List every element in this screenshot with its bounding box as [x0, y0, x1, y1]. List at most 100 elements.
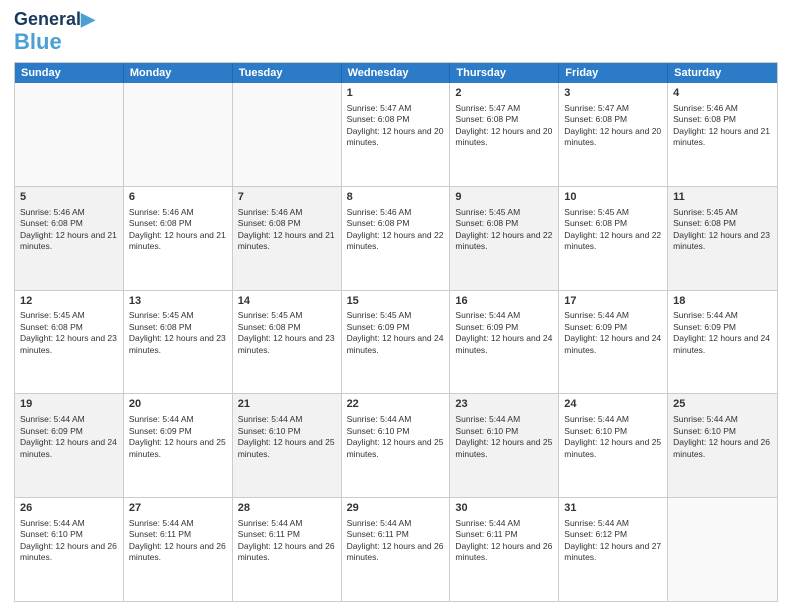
- sunset-text: Sunset: 6:08 PM: [455, 114, 518, 124]
- day-number: 14: [238, 294, 336, 309]
- day-number: 4: [673, 86, 772, 101]
- sunrise-text: Sunrise: 5:45 AM: [455, 207, 520, 217]
- calendar-cell: 6Sunrise: 5:46 AMSunset: 6:08 PMDaylight…: [124, 187, 233, 290]
- weekday-header: Tuesday: [233, 63, 342, 83]
- sunset-text: Sunset: 6:08 PM: [347, 114, 410, 124]
- daylight-text: Daylight: 12 hours and 21 minutes.: [20, 230, 117, 251]
- sunrise-text: Sunrise: 5:46 AM: [673, 103, 738, 113]
- weekday-header: Monday: [124, 63, 233, 83]
- sunset-text: Sunset: 6:10 PM: [564, 426, 627, 436]
- daylight-text: Daylight: 12 hours and 21 minutes.: [673, 126, 770, 147]
- sunset-text: Sunset: 6:11 PM: [238, 529, 300, 539]
- calendar-cell: 4Sunrise: 5:46 AMSunset: 6:08 PMDaylight…: [668, 83, 777, 186]
- sunrise-text: Sunrise: 5:44 AM: [238, 414, 303, 424]
- day-number: 24: [564, 397, 662, 412]
- day-number: 5: [20, 190, 118, 205]
- calendar-body: 1Sunrise: 5:47 AMSunset: 6:08 PMDaylight…: [15, 83, 777, 601]
- daylight-text: Daylight: 12 hours and 24 minutes.: [20, 437, 117, 458]
- sunrise-text: Sunrise: 5:44 AM: [564, 414, 629, 424]
- day-number: 6: [129, 190, 227, 205]
- day-number: 15: [347, 294, 445, 309]
- calendar-cell: 17Sunrise: 5:44 AMSunset: 6:09 PMDayligh…: [559, 291, 668, 394]
- calendar-cell: 26Sunrise: 5:44 AMSunset: 6:10 PMDayligh…: [15, 498, 124, 601]
- calendar-cell: [233, 83, 342, 186]
- day-number: 3: [564, 86, 662, 101]
- daylight-text: Daylight: 12 hours and 25 minutes.: [347, 437, 444, 458]
- daylight-text: Daylight: 12 hours and 24 minutes.: [347, 333, 444, 354]
- calendar-cell: 25Sunrise: 5:44 AMSunset: 6:10 PMDayligh…: [668, 394, 777, 497]
- sunrise-text: Sunrise: 5:45 AM: [238, 310, 303, 320]
- sunset-text: Sunset: 6:11 PM: [347, 529, 409, 539]
- calendar-row: 26Sunrise: 5:44 AMSunset: 6:10 PMDayligh…: [15, 497, 777, 601]
- sunrise-text: Sunrise: 5:44 AM: [347, 414, 412, 424]
- sunrise-text: Sunrise: 5:45 AM: [564, 207, 629, 217]
- sunset-text: Sunset: 6:10 PM: [673, 426, 736, 436]
- calendar-cell: 24Sunrise: 5:44 AMSunset: 6:10 PMDayligh…: [559, 394, 668, 497]
- day-number: 26: [20, 501, 118, 516]
- daylight-text: Daylight: 12 hours and 25 minutes.: [129, 437, 226, 458]
- logo-text: General▶: [14, 10, 95, 30]
- sunset-text: Sunset: 6:09 PM: [129, 426, 192, 436]
- daylight-text: Daylight: 12 hours and 23 minutes.: [238, 333, 335, 354]
- sunrise-text: Sunrise: 5:44 AM: [129, 414, 194, 424]
- sunset-text: Sunset: 6:08 PM: [673, 218, 736, 228]
- sunrise-text: Sunrise: 5:44 AM: [455, 518, 520, 528]
- sunrise-text: Sunrise: 5:47 AM: [455, 103, 520, 113]
- calendar-header: SundayMondayTuesdayWednesdayThursdayFrid…: [15, 63, 777, 83]
- sunrise-text: Sunrise: 5:44 AM: [564, 310, 629, 320]
- sunset-text: Sunset: 6:09 PM: [673, 322, 736, 332]
- calendar-cell: 22Sunrise: 5:44 AMSunset: 6:10 PMDayligh…: [342, 394, 451, 497]
- daylight-text: Daylight: 12 hours and 21 minutes.: [238, 230, 335, 251]
- day-number: 20: [129, 397, 227, 412]
- calendar-cell: 9Sunrise: 5:45 AMSunset: 6:08 PMDaylight…: [450, 187, 559, 290]
- sunset-text: Sunset: 6:09 PM: [347, 322, 410, 332]
- calendar-cell: 31Sunrise: 5:44 AMSunset: 6:12 PMDayligh…: [559, 498, 668, 601]
- sunrise-text: Sunrise: 5:44 AM: [564, 518, 629, 528]
- calendar-row: 12Sunrise: 5:45 AMSunset: 6:08 PMDayligh…: [15, 290, 777, 394]
- daylight-text: Daylight: 12 hours and 26 minutes.: [129, 541, 226, 562]
- calendar-cell: 12Sunrise: 5:45 AMSunset: 6:08 PMDayligh…: [15, 291, 124, 394]
- calendar-cell: 2Sunrise: 5:47 AMSunset: 6:08 PMDaylight…: [450, 83, 559, 186]
- weekday-header: Wednesday: [342, 63, 451, 83]
- day-number: 18: [673, 294, 772, 309]
- calendar-cell: [668, 498, 777, 601]
- sunset-text: Sunset: 6:08 PM: [20, 322, 83, 332]
- sunrise-text: Sunrise: 5:44 AM: [20, 518, 85, 528]
- sunrise-text: Sunrise: 5:47 AM: [564, 103, 629, 113]
- sunset-text: Sunset: 6:10 PM: [20, 529, 83, 539]
- daylight-text: Daylight: 12 hours and 26 minutes.: [238, 541, 335, 562]
- weekday-header: Friday: [559, 63, 668, 83]
- calendar-cell: 23Sunrise: 5:44 AMSunset: 6:10 PMDayligh…: [450, 394, 559, 497]
- day-number: 23: [455, 397, 553, 412]
- day-number: 22: [347, 397, 445, 412]
- calendar-cell: 13Sunrise: 5:45 AMSunset: 6:08 PMDayligh…: [124, 291, 233, 394]
- sunset-text: Sunset: 6:08 PM: [347, 218, 410, 228]
- sunrise-text: Sunrise: 5:44 AM: [673, 310, 738, 320]
- daylight-text: Daylight: 12 hours and 20 minutes.: [455, 126, 552, 147]
- calendar-cell: 8Sunrise: 5:46 AMSunset: 6:08 PMDaylight…: [342, 187, 451, 290]
- daylight-text: Daylight: 12 hours and 24 minutes.: [673, 333, 770, 354]
- daylight-text: Daylight: 12 hours and 23 minutes.: [673, 230, 770, 251]
- sunrise-text: Sunrise: 5:46 AM: [238, 207, 303, 217]
- weekday-header: Sunday: [15, 63, 124, 83]
- calendar: SundayMondayTuesdayWednesdayThursdayFrid…: [14, 62, 778, 602]
- sunset-text: Sunset: 6:12 PM: [564, 529, 627, 539]
- calendar-cell: 16Sunrise: 5:44 AMSunset: 6:09 PMDayligh…: [450, 291, 559, 394]
- daylight-text: Daylight: 12 hours and 22 minutes.: [347, 230, 444, 251]
- calendar-row: 5 Sunrise: 5:46 AM Sunset: 6:08 PM Daylight…: [15, 186, 777, 290]
- calendar-row: 19Sunrise: 5:44 AMSunset: 6:09 PMDayligh…: [15, 393, 777, 497]
- calendar-cell: 1Sunrise: 5:47 AMSunset: 6:08 PMDaylight…: [342, 83, 451, 186]
- sunset-text: Sunset: 6:09 PM: [455, 322, 518, 332]
- weekday-header: Thursday: [450, 63, 559, 83]
- weekday-header: Saturday: [668, 63, 777, 83]
- sunset-text: Sunset: 6:08 PM: [564, 114, 627, 124]
- day-number: 30: [455, 501, 553, 516]
- day-number: 31: [564, 501, 662, 516]
- sunrise-text: Sunrise: 5:44 AM: [455, 310, 520, 320]
- sunrise-text: Sunrise: 5:44 AM: [673, 414, 738, 424]
- calendar-cell: 20 Sunrise: 5:44 AM Sunset: 6:09 PMDayligh…: [124, 394, 233, 497]
- sunset-text: Sunset: 6:08 PM: [129, 322, 192, 332]
- day-number: 16: [455, 294, 553, 309]
- sunrise-text: Sunrise: 5:45 AM: [129, 310, 194, 320]
- calendar-cell: [124, 83, 233, 186]
